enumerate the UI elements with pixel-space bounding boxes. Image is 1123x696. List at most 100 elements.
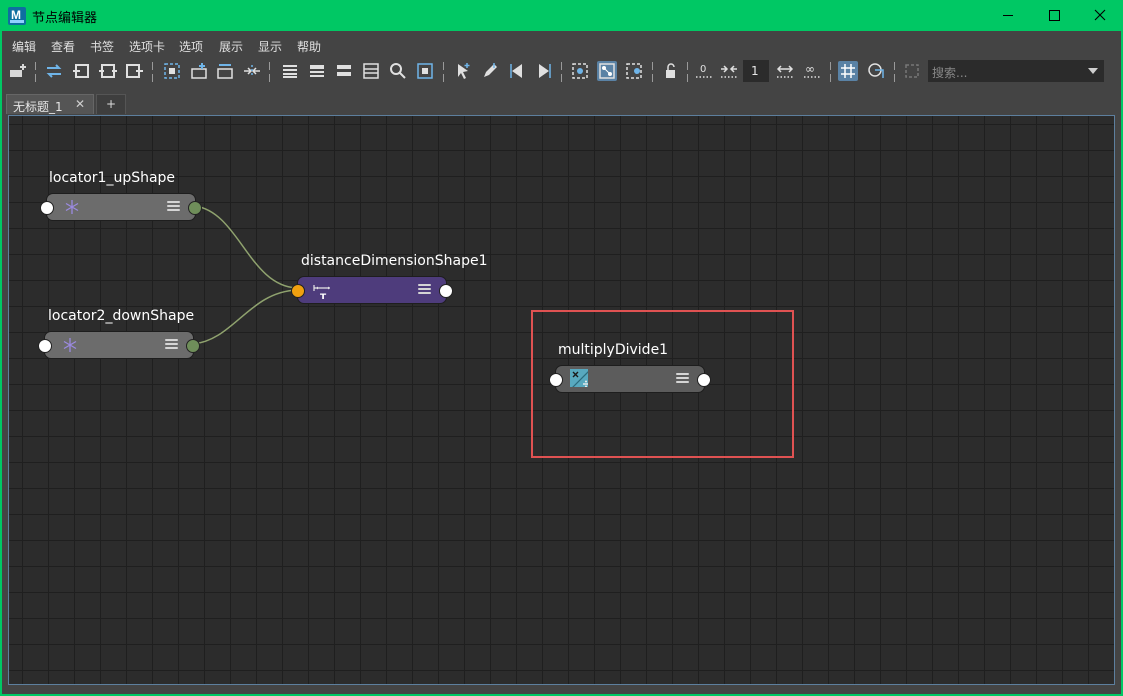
menu-show[interactable]: 展示 [219, 38, 243, 55]
pin-all-button[interactable] [534, 61, 554, 81]
infinite-spacing-button[interactable]: ∞ [802, 61, 822, 81]
output-connections-button[interactable] [124, 61, 144, 81]
rows-icon [363, 63, 379, 79]
snap-to-grid-button[interactable] [866, 61, 886, 81]
input-port[interactable] [40, 201, 54, 215]
menu-help[interactable]: 帮助 [297, 38, 321, 55]
zero-spacing-button[interactable]: 0 [694, 61, 714, 81]
svg-text:0: 0 [700, 64, 706, 75]
output-port[interactable] [186, 339, 200, 353]
pin-selected-button[interactable] [453, 61, 473, 81]
custom-mode-button[interactable] [361, 61, 381, 81]
edit-pin-button[interactable] [480, 61, 500, 81]
minimize-button[interactable] [985, 0, 1031, 31]
close-button[interactable] [1077, 0, 1123, 31]
node-search-field[interactable]: 搜索... [928, 60, 1104, 82]
input-port[interactable] [38, 339, 52, 353]
graph-network-icon [626, 63, 642, 79]
graph-downstream-button[interactable] [624, 61, 644, 81]
frame-selected-button[interactable] [189, 61, 209, 81]
node-attributes-icon[interactable] [418, 284, 431, 296]
toolbar-separator [151, 62, 154, 82]
frame-selected-icon [191, 63, 207, 79]
menu-edit[interactable]: 编辑 [12, 38, 36, 55]
toolbar-separator [686, 62, 689, 82]
wire-locator2-to-distance [192, 289, 298, 345]
node-title: locator1_upShape [49, 170, 176, 186]
expand-spacing-button[interactable] [775, 61, 795, 81]
arrows-out-icon [776, 65, 794, 78]
menu-tabs[interactable]: 选项卡 [129, 38, 165, 55]
unpin-button[interactable] [507, 61, 527, 81]
disabled-toolbar-button[interactable] [902, 61, 922, 81]
swap-connections-button[interactable] [44, 61, 64, 81]
lock-graph-button[interactable] [661, 61, 681, 81]
wire-locator1-to-distance [194, 205, 298, 289]
graph-network-icon [572, 63, 588, 79]
input-output-connections-icon [99, 64, 117, 78]
input-connections-button[interactable] [72, 61, 92, 81]
window-title: 节点编辑器 [32, 11, 98, 26]
menu-view[interactable]: 查看 [51, 38, 75, 55]
node-locator1-upShape[interactable] [46, 193, 196, 221]
search-node-button[interactable] [388, 61, 408, 81]
graph-upstream-button[interactable] [570, 61, 590, 81]
magnet-grid-icon [868, 63, 884, 78]
graph-layout-button[interactable] [242, 61, 262, 81]
frame-all-button[interactable] [162, 61, 182, 81]
maximize-icon [1049, 10, 1060, 21]
node-title: distanceDimensionShape1 [301, 253, 488, 269]
toolbar-separator [893, 62, 896, 82]
toolbar-separator [268, 62, 271, 82]
menu-options[interactable]: 选项 [179, 38, 203, 55]
remove-from-graph-button[interactable] [215, 61, 235, 81]
node-view-button[interactable] [415, 61, 435, 81]
output-connections-icon [126, 64, 143, 78]
rows-icon [283, 65, 297, 78]
rows-icon [310, 65, 324, 77]
node-attributes-icon[interactable] [165, 339, 178, 351]
left-arrow-icon [510, 64, 522, 78]
tab-close-icon[interactable]: ✕ [75, 97, 85, 111]
dropdown-arrow-icon[interactable] [1088, 68, 1098, 74]
toolbar-separator [34, 62, 37, 82]
tab-label: 无标题_1 [13, 100, 63, 114]
grid-icon [841, 64, 855, 78]
add-selected-to-graph-button[interactable] [8, 61, 28, 81]
menu-bookmarks[interactable]: 书签 [90, 38, 114, 55]
swap-arrows-icon [46, 64, 62, 78]
search-placeholder: 搜索... [932, 66, 968, 80]
node-distanceDimensionShape1[interactable]: T [297, 276, 447, 304]
menu-bar: 编辑 查看 书签 选项卡 选项 展示 显示 帮助 [2, 34, 1121, 56]
maximize-button[interactable] [1031, 0, 1077, 31]
graph-hierarchy-button[interactable] [597, 61, 617, 81]
toolbar: 0 1 ∞ 搜索... [2, 57, 1121, 87]
zero-dots-icon: 0 [696, 64, 712, 78]
output-port[interactable] [188, 201, 202, 215]
node-view-icon [417, 63, 433, 79]
input-output-connections-button[interactable] [98, 61, 118, 81]
pin-arrow-icon [458, 63, 470, 79]
add-tab-button[interactable]: + [96, 94, 126, 114]
collapse-spacing-button[interactable] [719, 61, 739, 81]
right-arrow-icon [539, 64, 551, 78]
tab-bar: 无标题_1 ✕ + [2, 91, 1121, 114]
connected-mode-button[interactable] [307, 61, 327, 81]
node-attributes-icon[interactable] [167, 201, 180, 213]
input-port[interactable] [291, 284, 305, 298]
full-mode-button[interactable] [334, 61, 354, 81]
menu-display[interactable]: 显示 [258, 38, 282, 55]
node-count-field[interactable]: 1 [743, 60, 769, 82]
distance-dimension-icon: T [313, 285, 330, 299]
toolbar-separator [829, 62, 832, 82]
highlight-box [531, 310, 794, 458]
pencil-arrow-icon [484, 63, 497, 77]
layout-arrows-icon [244, 65, 260, 77]
simple-mode-button[interactable] [280, 61, 300, 81]
graph-network-icon [599, 63, 615, 79]
toggle-grid-button[interactable] [838, 61, 858, 81]
output-port[interactable] [439, 284, 453, 298]
node-title: locator2_downShape [48, 308, 195, 324]
node-locator2-downShape[interactable] [44, 331, 194, 359]
tab-untitled-1[interactable]: 无标题_1 ✕ [6, 94, 94, 114]
